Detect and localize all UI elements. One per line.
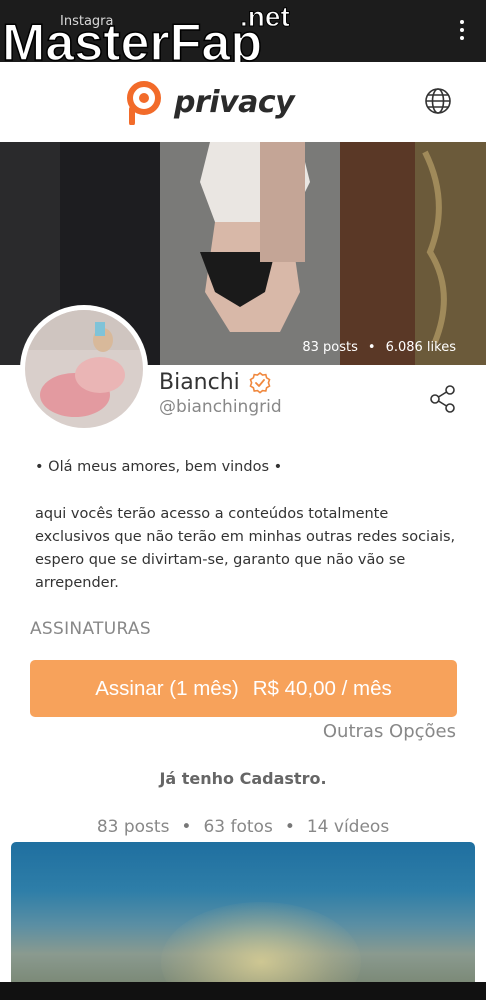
counts-separator: •: [284, 817, 295, 837]
cover-separator: •: [367, 340, 376, 355]
site-header: privacy: [0, 62, 486, 142]
watermark-suffix: .net: [240, 1, 290, 32]
other-options-link[interactable]: Outras Opções: [323, 721, 456, 742]
login-link[interactable]: Já tenho Cadastro.: [0, 769, 486, 788]
subscribe-price: R$ 40,00 / mês: [252, 676, 392, 700]
subscribe-button[interactable]: Assinar (1 mês) R$ 40,00 / mês: [30, 660, 457, 717]
cover-likes-count: 6.086 likes: [385, 340, 456, 355]
subscribe-plan: Assinar (1 mês): [95, 676, 239, 700]
counts-separator: •: [181, 817, 192, 837]
subscriptions-label: ASSINATURAS: [30, 619, 151, 639]
profile-name-row: Bianchi: [159, 370, 272, 395]
avatar-photo: [25, 310, 143, 428]
photos-count[interactable]: 63 fotos: [203, 817, 272, 837]
bio-text: aqui vocês terão acesso a conteúdos tota…: [35, 506, 456, 591]
privacy-logo-icon: [127, 81, 161, 125]
globe-icon[interactable]: [424, 87, 452, 115]
media-counts: 83 posts • 63 fotos • 14 vídeos: [0, 817, 486, 837]
share-icon[interactable]: [428, 384, 458, 414]
bio-greeting: • Olá meus amores, bem vindos •: [35, 459, 283, 475]
videos-count[interactable]: 14 vídeos: [307, 817, 389, 837]
cover-stats: 83 posts • 6.086 likes: [302, 340, 456, 355]
profile-handle: @bianchingrid: [159, 397, 282, 417]
system-nav-bar: [0, 982, 486, 1000]
profile-name: Bianchi: [159, 370, 240, 395]
verified-badge-icon: [249, 371, 271, 394]
avatar[interactable]: [20, 305, 148, 433]
posts-count[interactable]: 83 posts: [97, 817, 170, 837]
privacy-logo[interactable]: privacy: [124, 78, 295, 126]
media-preview[interactable]: [11, 842, 475, 982]
kebab-menu-icon[interactable]: [460, 20, 464, 44]
media-blur: [161, 902, 361, 982]
cover-posts-count: 83 posts: [302, 340, 358, 355]
logo-text: privacy: [174, 84, 295, 120]
